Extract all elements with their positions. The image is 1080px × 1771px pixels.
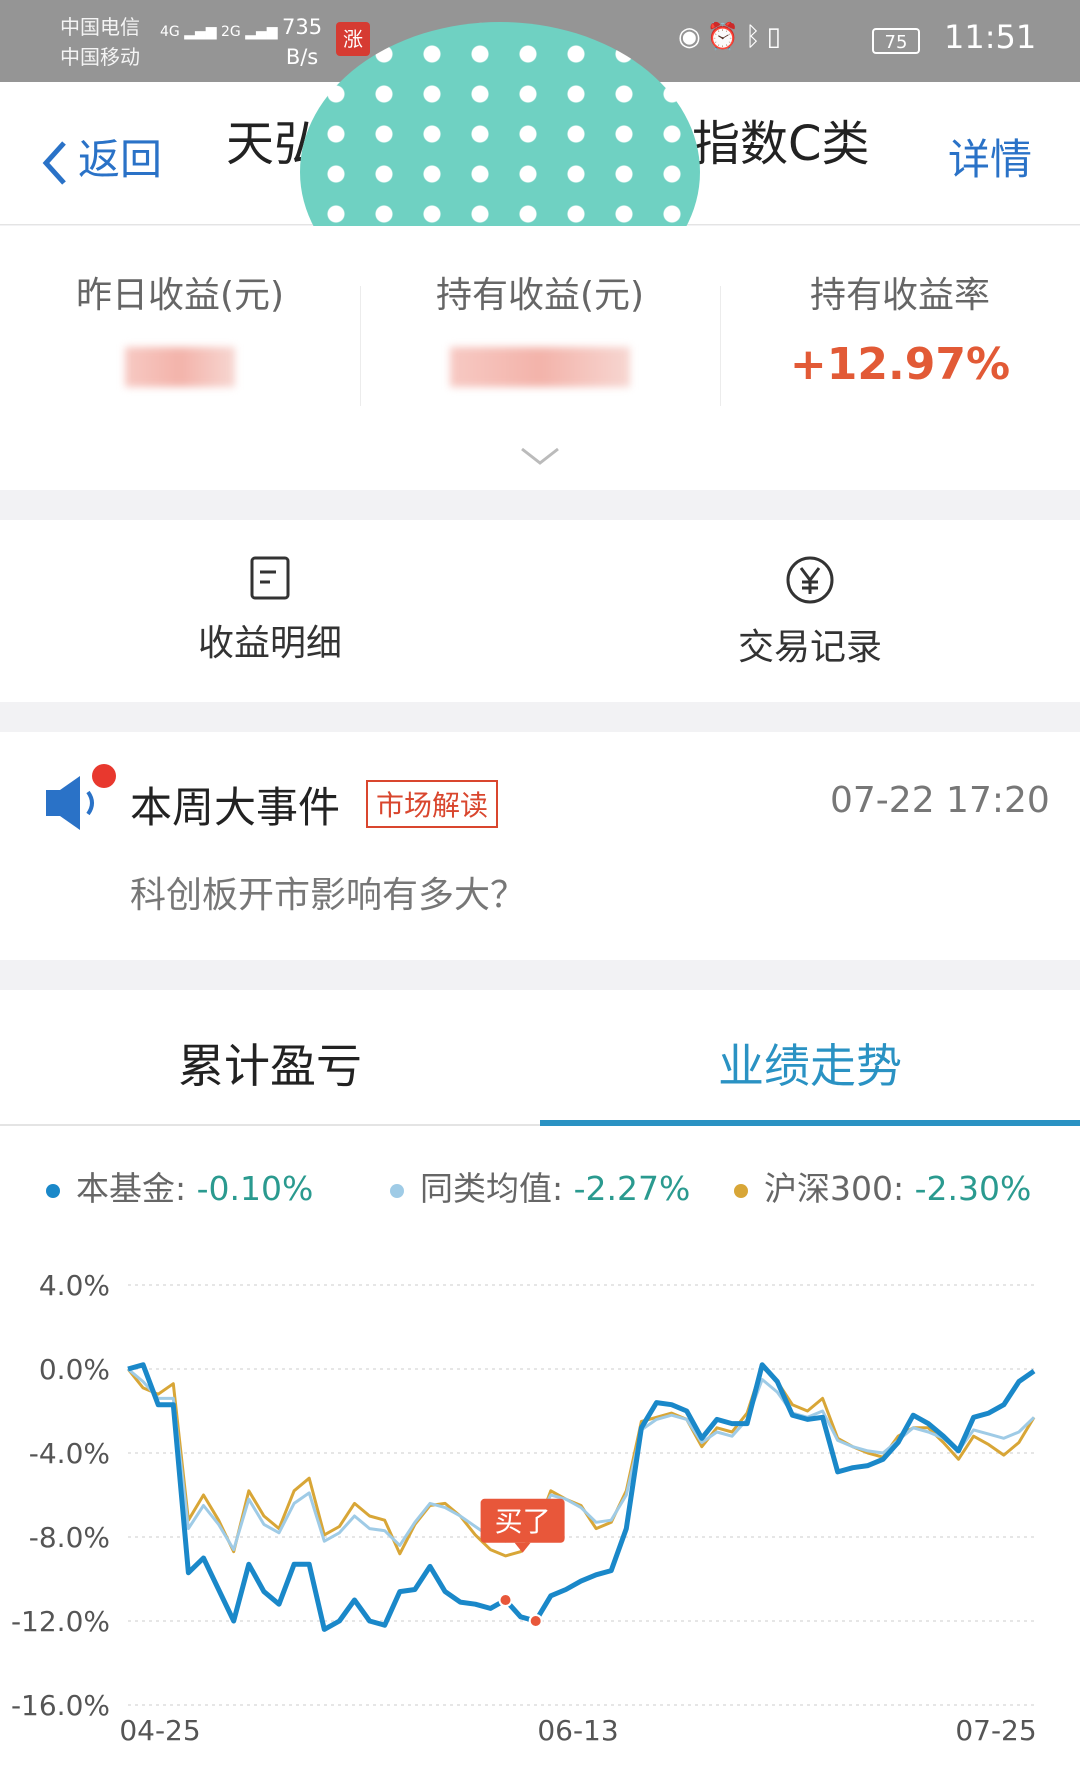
trade-record-label: 交易记录 xyxy=(737,627,882,668)
yesterday-label: 昨日收益(元) xyxy=(75,275,285,316)
network-type: 4G ▂▄▆ 2G ▂▄▆ xyxy=(160,24,278,40)
detail-button[interactable]: 详情 xyxy=(948,130,1032,190)
network-speed: 735 B/s xyxy=(282,12,322,72)
holding-rate: 持有收益率 +12.97% xyxy=(720,270,1080,392)
yuan-icon xyxy=(786,556,834,604)
yesterday-earnings: 昨日收益(元) xyxy=(0,270,360,392)
vibrate-icon: ▯ xyxy=(766,22,787,52)
buy-annotation-label: 买了 xyxy=(495,1505,551,1538)
y-tick-label: 4.0% xyxy=(39,1269,110,1302)
bluetooth-icon: ᛒ xyxy=(745,22,767,52)
series-line-fund xyxy=(127,1362,1036,1632)
income-detail-label: 收益明细 xyxy=(197,623,342,664)
net-1: 4G xyxy=(160,24,180,40)
yesterday-value-masked xyxy=(125,347,235,387)
clock: 11:51 xyxy=(944,18,1037,56)
news-title: 本周大事件 xyxy=(130,783,341,832)
rate-label: 持有收益率 xyxy=(809,275,990,316)
holding-value-masked xyxy=(450,347,630,387)
y-tick-label: -4.0% xyxy=(29,1437,110,1470)
carrier-2: 中国移动 xyxy=(60,45,140,69)
system-status-icons: ◉⏰ᛒ▯ xyxy=(678,22,787,52)
x-tick-label: 04-25 xyxy=(119,1714,200,1747)
buy-marker xyxy=(498,1593,513,1607)
nav-bar: 返回 天弘 指数C类 详情 xyxy=(0,22,1080,322)
news-tag: 市场解读 xyxy=(366,780,499,828)
eye-icon: ◉ xyxy=(678,22,707,52)
y-tick-label: -16.0% xyxy=(11,1689,110,1722)
actions-row: 收益明细 交易记录 xyxy=(0,520,1080,702)
chevron-left-icon xyxy=(42,140,66,185)
battery-icon: 75 xyxy=(872,28,920,54)
signal-icon: ▂▄▆ xyxy=(184,24,217,40)
holding-label: 持有收益(元) xyxy=(435,275,645,316)
speaker-icon xyxy=(46,764,116,830)
back-button[interactable]: 返回 xyxy=(40,130,162,190)
performance-chart[interactable]: 4.0% 0.0% -4.0% -8.0% -12.0% -16.0% 04-25 06-13… xyxy=(0,990,1080,1771)
news-time: 07-22 17:20 xyxy=(830,780,1050,821)
speed-value: 735 xyxy=(282,15,323,39)
holding-earnings: 持有收益(元) xyxy=(360,270,720,392)
carrier-info: 中国电信 中国移动 xyxy=(60,12,140,72)
y-tick-label: -8.0% xyxy=(29,1521,110,1554)
trade-record-button[interactable]: 交易记录 xyxy=(540,554,1080,670)
y-tick-label: -12.0% xyxy=(11,1605,110,1638)
speed-unit: B/s xyxy=(285,45,319,69)
back-label: 返回 xyxy=(78,135,163,184)
chevron-down-icon[interactable] xyxy=(520,446,560,466)
buy-marker xyxy=(528,1614,543,1628)
net-2: 2G xyxy=(220,24,241,40)
series-line-peer xyxy=(127,1367,1036,1552)
news-headline[interactable]: 科创板开市影响有多大？ xyxy=(130,866,526,918)
y-tick-label: 0.0% xyxy=(39,1353,110,1386)
x-tick-label: 07-25 xyxy=(955,1714,1036,1747)
income-detail-button[interactable]: 收益明细 xyxy=(0,554,540,666)
signal-icon-2: ▂▄▆ xyxy=(245,24,278,40)
carrier-1: 中国电信 xyxy=(60,15,140,39)
news-card[interactable]: 本周大事件 市场解读 07-22 17:20 科创板开市影响有多大？ xyxy=(0,732,1080,960)
alarm-icon: ⏰ xyxy=(706,22,746,52)
rate-value: +12.97% xyxy=(789,339,1011,390)
document-icon xyxy=(250,556,290,600)
earnings-summary[interactable]: 昨日收益(元) 持有收益(元) 持有收益率 +12.97% xyxy=(0,226,1080,490)
x-tick-label: 06-13 xyxy=(537,1714,618,1747)
app-notification-icon: 涨 xyxy=(336,22,370,56)
fund-title-right: 指数C类 xyxy=(692,116,870,172)
performance-section: 累计盈亏 业绩走势 本基金: -0.10% 同类均值: -2.27% 沪深300… xyxy=(0,990,1080,1771)
series-line-index xyxy=(126,1365,1036,1558)
